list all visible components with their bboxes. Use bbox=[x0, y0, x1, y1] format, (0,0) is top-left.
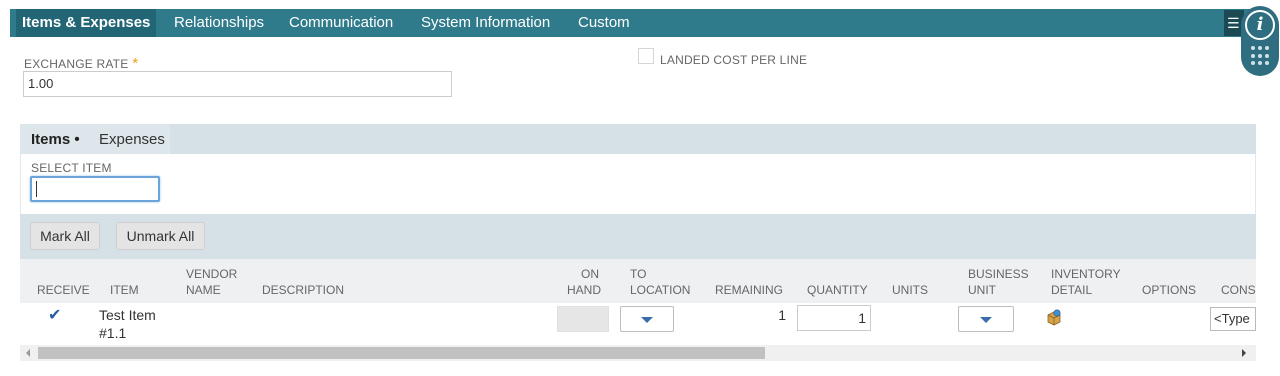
text-caret bbox=[36, 181, 37, 197]
on-hand-cell bbox=[557, 306, 609, 332]
info-icon[interactable]: i bbox=[1245, 10, 1275, 40]
exchange-rate-label: EXCHANGE RATE * bbox=[24, 55, 139, 72]
landed-cost-label: LANDED COST PER LINE bbox=[660, 53, 808, 67]
column-header-receive[interactable]: RECEIVE bbox=[37, 282, 90, 298]
column-header-to-location[interactable]: TO LOCATION bbox=[630, 266, 690, 298]
scrollbar-thumb[interactable] bbox=[38, 347, 765, 359]
inventory-detail-icon[interactable] bbox=[1045, 308, 1063, 326]
sublist-tab-bar bbox=[20, 124, 1256, 154]
column-header-on-hand[interactable]: ON HAND bbox=[567, 266, 601, 298]
column-header-business-unit[interactable]: BUSINESS UNIT bbox=[968, 266, 1029, 298]
tab-custom[interactable]: Custom bbox=[578, 9, 630, 37]
subtab-expenses[interactable]: Expenses bbox=[99, 131, 165, 148]
select-item-area bbox=[20, 154, 1256, 214]
quantity-input[interactable]: 1 bbox=[797, 305, 871, 331]
receive-checkbox[interactable]: ✔ bbox=[48, 305, 61, 325]
tab-communication[interactable]: Communication bbox=[289, 9, 393, 37]
select-item-label: SELECT ITEM bbox=[31, 161, 112, 175]
column-header-description[interactable]: DESCRIPTION bbox=[262, 282, 344, 298]
column-header-inventory-detail[interactable]: INVENTORY DETAIL bbox=[1051, 266, 1121, 298]
mark-all-button[interactable]: Mark All bbox=[30, 222, 100, 250]
remaining-cell: 1 bbox=[778, 307, 786, 323]
sublist-buttons-bar bbox=[20, 214, 1256, 259]
scroll-left-arrow-icon[interactable] bbox=[26, 349, 30, 357]
column-header-quantity[interactable]: QUANTITY bbox=[807, 282, 868, 298]
tab-items-expenses[interactable]: Items & Expenses bbox=[16, 9, 157, 37]
column-header-units[interactable]: UNITS bbox=[892, 282, 928, 298]
unmark-all-button[interactable]: Unmark All bbox=[116, 222, 205, 250]
column-header-vendor-name[interactable]: VENDOR NAME bbox=[186, 266, 237, 298]
horizontal-scrollbar[interactable] bbox=[20, 345, 1256, 361]
business-unit-dropdown[interactable] bbox=[958, 306, 1014, 332]
chevron-down-icon bbox=[980, 317, 992, 323]
const-type-input[interactable]: <Type bbox=[1210, 307, 1256, 331]
chevron-down-icon bbox=[641, 317, 653, 323]
subtab-items[interactable]: Items • bbox=[31, 131, 80, 148]
required-marker: * bbox=[132, 55, 139, 72]
column-header-options[interactable]: OPTIONS bbox=[1142, 282, 1196, 298]
column-header-item[interactable]: ITEM bbox=[110, 282, 139, 298]
landed-cost-checkbox[interactable] bbox=[638, 48, 654, 64]
scroll-right-arrow-icon[interactable] bbox=[1242, 349, 1246, 357]
help-widget[interactable]: i bbox=[1241, 6, 1279, 76]
column-header-remaining[interactable]: REMAINING bbox=[715, 282, 783, 298]
tab-relationships[interactable]: Relationships bbox=[174, 9, 264, 37]
select-item-input[interactable] bbox=[30, 176, 160, 202]
item-cell: Test Item #1.1 bbox=[99, 307, 156, 341]
to-location-dropdown[interactable] bbox=[620, 306, 674, 332]
apps-grid-icon[interactable] bbox=[1251, 46, 1271, 66]
column-header-const[interactable]: CONST bbox=[1221, 282, 1256, 298]
exchange-rate-input[interactable]: 1.00 bbox=[23, 71, 452, 97]
tab-system-information[interactable]: System Information bbox=[421, 9, 550, 37]
